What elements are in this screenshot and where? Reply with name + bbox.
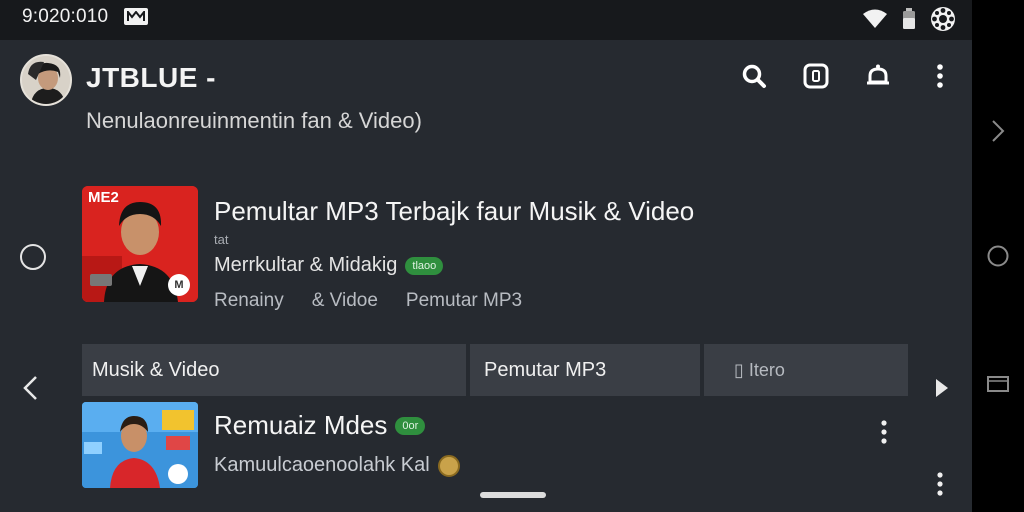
- app-subtitle: Nenulaonreuinmentin fan & Video): [86, 108, 422, 133]
- thumbnail-label: ME2: [88, 189, 119, 206]
- featured-thumbnail[interactable]: ME2 M: [82, 186, 198, 302]
- item-title-row: Remuaiz Mdes 0or: [214, 410, 426, 441]
- tag-item[interactable]: Renainy: [214, 290, 284, 312]
- more-vert-icon[interactable]: [876, 418, 892, 446]
- featured-subtitle: Merrkultar & Midakig tlaoo: [214, 254, 444, 277]
- notification-bell-icon: [867, 64, 889, 85]
- status-icons: [862, 5, 956, 33]
- radio-circle-icon[interactable]: [20, 244, 46, 270]
- featured-meta: tat: [214, 232, 229, 247]
- featured-tags: Renainy & Vidoe Pemutar MP3: [214, 290, 522, 312]
- cast-square-button[interactable]: [802, 60, 830, 92]
- battery-icon: [903, 8, 915, 29]
- more-vert-icon[interactable]: [932, 470, 948, 498]
- featured-subtitle-text: Merrkultar & Midakig: [214, 254, 398, 276]
- featured-title[interactable]: Pemultar MP3 Terbajk faur Musik & Video: [214, 196, 694, 227]
- more-options-button[interactable]: [926, 60, 954, 92]
- search-icon: [742, 64, 766, 88]
- status-time: 9:020:010: [22, 6, 109, 27]
- cast-square-icon: [803, 63, 829, 89]
- notification-button[interactable]: [864, 60, 892, 92]
- tab-pemutar-mp3[interactable]: Pemutar MP3: [470, 344, 700, 396]
- tab-bar: Musik & Video Pemutar MP3 ▯ Itero: [82, 344, 908, 396]
- nav-recents-button[interactable]: [972, 374, 1024, 394]
- tag-item[interactable]: & Vidoe: [312, 290, 378, 312]
- cast-icon: [124, 8, 148, 25]
- recents-icon: [987, 376, 1009, 392]
- nav-home-button[interactable]: [972, 244, 1024, 268]
- item-thumbnail[interactable]: [82, 402, 198, 488]
- app-screen: JTBLUE - Nenulaonreuinmentin fan & Video…: [0, 40, 972, 512]
- chevron-left-icon[interactable]: [20, 374, 42, 402]
- nav-forward-button[interactable]: [972, 118, 1024, 144]
- tag-item[interactable]: Pemutar MP3: [406, 290, 522, 312]
- tab-musik-video[interactable]: Musik & Video: [82, 344, 466, 396]
- more-vert-icon: [937, 64, 943, 88]
- item-subtitle-row: Kamuulcaoenoolahk Kal: [214, 454, 460, 477]
- top-actions: [740, 60, 954, 92]
- chevron-right-icon: [992, 120, 1005, 142]
- play-arrow-icon[interactable]: [932, 374, 952, 402]
- coin-icon: [437, 454, 460, 477]
- item-subtitle: Kamuulcaoenoolahk Kal: [214, 454, 430, 476]
- status-badge: 0or: [395, 416, 426, 435]
- status-bar: 9:020:010: [0, 0, 972, 40]
- status-badge: tlaoo: [405, 256, 444, 275]
- home-indicator[interactable]: [480, 492, 546, 498]
- search-button[interactable]: [740, 60, 768, 92]
- wifi-icon: [863, 9, 887, 28]
- system-nav-bar: [972, 0, 1024, 512]
- avatar[interactable]: [20, 54, 72, 106]
- thumbnail-badge: M: [168, 274, 190, 296]
- app-title: JTBLUE -: [86, 62, 216, 93]
- tab-itero[interactable]: ▯ Itero: [704, 344, 908, 396]
- gear-icon[interactable]: [930, 6, 956, 32]
- item-title[interactable]: Remuaiz Mdes: [214, 410, 387, 441]
- home-circle-icon: [987, 245, 1009, 267]
